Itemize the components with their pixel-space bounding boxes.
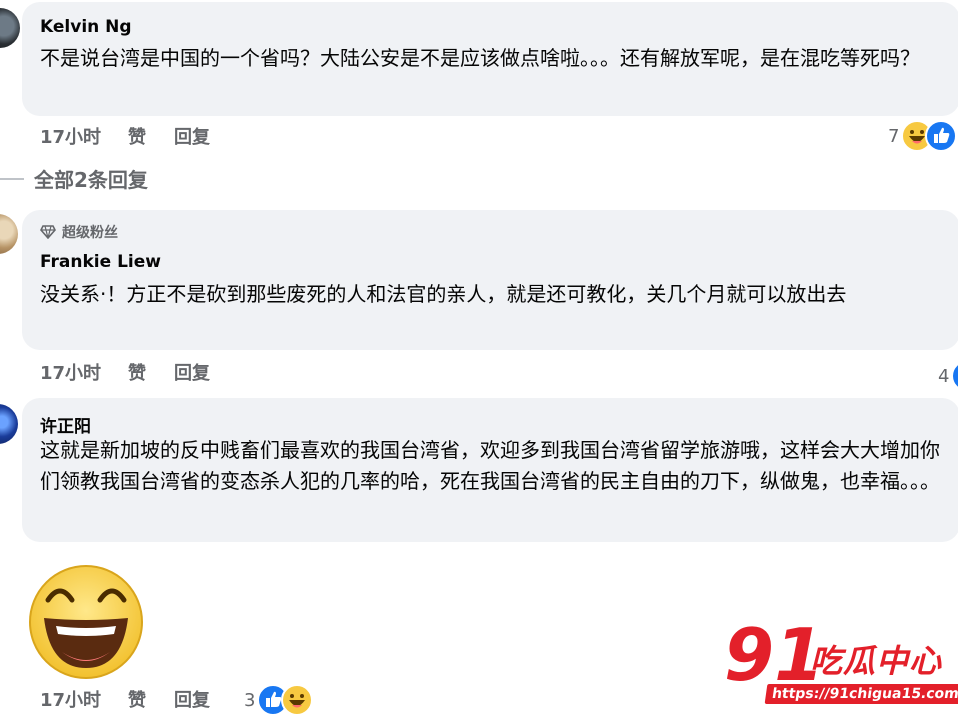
comment-timestamp[interactable]: 17小时 <box>40 686 128 712</box>
comment-timestamp[interactable]: 17小时 <box>40 359 128 385</box>
badge-label: 超级粉丝 <box>62 225 118 241</box>
watermark-name: 吃瓜中心 <box>810 642 943 680</box>
reply-button[interactable]: 回复 <box>174 123 234 149</box>
svg-text:91: 91 <box>724 614 822 694</box>
haha-icon <box>281 684 314 716</box>
diamond-icon <box>40 225 56 239</box>
reaction-count: 4 <box>938 365 950 387</box>
comment-author[interactable]: 许正阳 <box>40 412 91 437</box>
view-replies-label: 全部2条回复 <box>34 168 148 192</box>
view-replies-link[interactable]: 全部2条回复 <box>0 164 148 193</box>
avatar[interactable] <box>0 8 20 48</box>
comment-author[interactable]: Kelvin Ng <box>40 17 132 37</box>
reply-button[interactable]: 回复 <box>174 359 234 385</box>
comment-actions: 17小时 赞 回复 <box>40 359 234 385</box>
reaction-count: 7 <box>888 125 900 147</box>
site-watermark: 91 吃瓜中心 https://91chigua15.com <box>722 614 958 714</box>
watermark-logo: 91 <box>724 614 822 694</box>
reply-button[interactable]: 回复 <box>174 686 234 712</box>
comment-timestamp[interactable]: 17小时 <box>40 123 128 149</box>
top-fan-badge[interactable]: 超级粉丝 <box>40 222 118 242</box>
avatar[interactable] <box>0 214 18 254</box>
comment-text: 这就是新加坡的反中贱畜们最喜欢的我国台湾省，欢迎多到我国台湾省留学旅游哦，这样会… <box>40 438 940 493</box>
comment-actions: 17小时 赞 回复 <box>40 686 234 712</box>
thread-connector <box>0 177 24 180</box>
comment-thread: Kelvin Ng 不是说台湾是中国的一个省吗？大陆公安是不是应该做点啥啦。。。… <box>0 0 958 720</box>
reaction-count: 3 <box>244 689 256 711</box>
comment-text: 不是说台湾是中国的一个省吗？大陆公安是不是应该做点啥啦。。。还有解放军呢，是在混… <box>40 46 920 70</box>
comment-text: 没关系·！方正不是砍到那些废死的人和法官的亲人，就是还可教化，关几个月就可以放出… <box>40 282 847 306</box>
like-icon <box>925 120 958 152</box>
reaction-summary[interactable]: 3 <box>244 684 314 716</box>
comment-author[interactable]: Frankie Liew <box>40 252 161 272</box>
comment-bubble: 超级粉丝 Frankie Liew 没关系·！方正不是砍到那些废死的人和法官的亲… <box>22 210 958 350</box>
comment-bubble: 许正阳 这就是新加坡的反中贱畜们最喜欢的我国台湾省，欢迎多到我国台湾省留学旅游哦… <box>22 398 958 542</box>
avatar[interactable] <box>0 404 18 444</box>
like-button[interactable]: 赞 <box>128 686 174 712</box>
laughing-face-sticker <box>26 560 146 680</box>
like-icon <box>951 360 958 392</box>
comment-actions: 17小时 赞 回复 <box>40 123 234 149</box>
like-button[interactable]: 赞 <box>128 359 174 385</box>
reaction-summary[interactable]: 4 <box>938 360 958 392</box>
watermark-url: https://91chigua15.com <box>764 684 958 704</box>
reaction-summary[interactable]: 7 <box>888 120 958 152</box>
comment-bubble: Kelvin Ng 不是说台湾是中国的一个省吗？大陆公安是不是应该做点啥啦。。。… <box>22 2 958 116</box>
like-button[interactable]: 赞 <box>128 123 174 149</box>
